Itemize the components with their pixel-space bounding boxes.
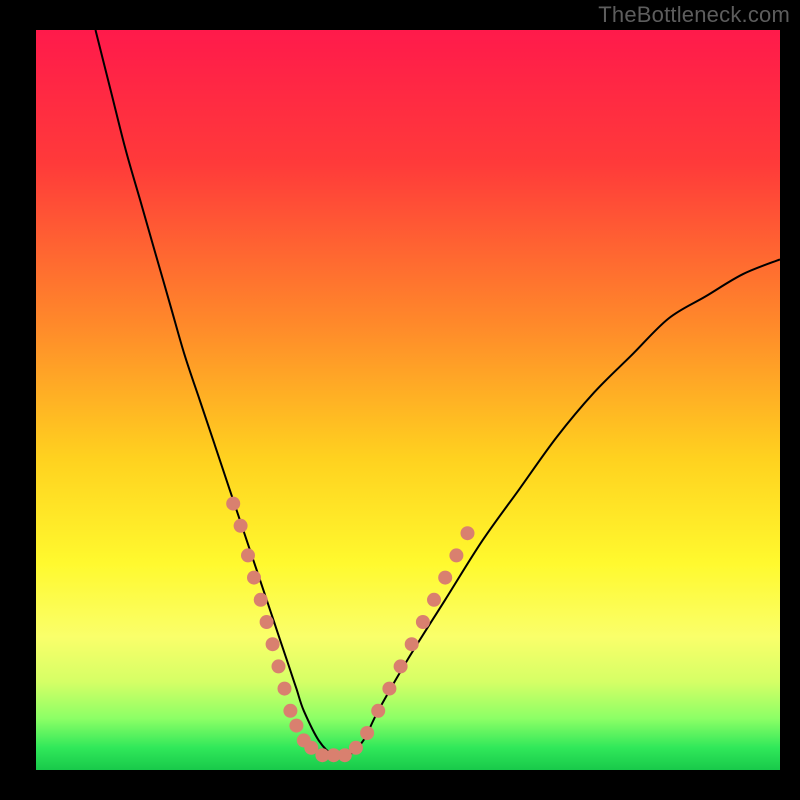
valley-marker <box>226 497 240 511</box>
valley-marker <box>461 526 475 540</box>
valley-marker <box>438 571 452 585</box>
valley-marker <box>360 726 374 740</box>
marker-group <box>226 497 474 763</box>
valley-marker <box>234 519 248 533</box>
valley-marker <box>289 719 303 733</box>
chart-root: TheBottleneck.com <box>0 0 800 800</box>
valley-marker <box>272 659 286 673</box>
valley-marker <box>382 682 396 696</box>
valley-marker <box>241 548 255 562</box>
valley-marker <box>283 704 297 718</box>
valley-marker <box>405 637 419 651</box>
valley-marker <box>260 615 274 629</box>
valley-marker <box>278 682 292 696</box>
valley-marker <box>427 593 441 607</box>
bottleneck-curve <box>96 30 781 757</box>
valley-marker <box>449 548 463 562</box>
valley-marker <box>247 571 261 585</box>
valley-marker <box>371 704 385 718</box>
watermark-label: TheBottleneck.com <box>598 2 790 28</box>
valley-marker <box>254 593 268 607</box>
curve-layer <box>36 30 780 770</box>
valley-marker <box>394 659 408 673</box>
valley-marker <box>266 637 280 651</box>
plot-area <box>36 30 780 770</box>
valley-marker <box>349 741 363 755</box>
valley-marker <box>416 615 430 629</box>
